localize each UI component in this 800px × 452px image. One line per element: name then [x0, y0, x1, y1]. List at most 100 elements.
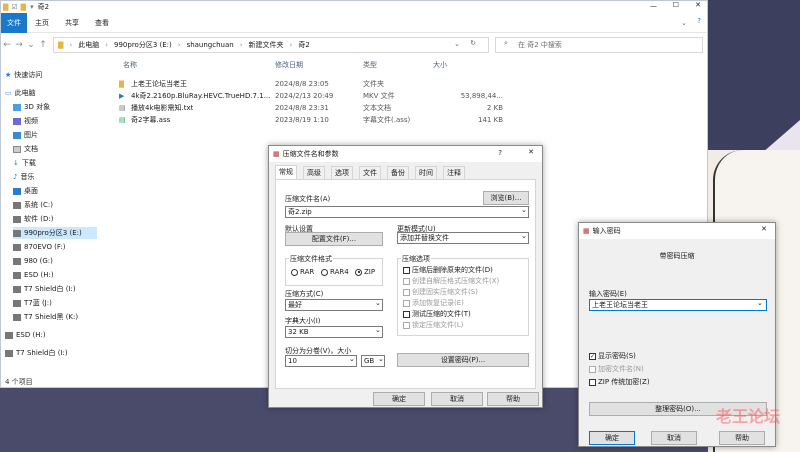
chevron-down-icon[interactable]: ⌄ — [521, 206, 527, 214]
lock-checkbox[interactable]: 锁定压缩文件(L) — [403, 320, 463, 330]
breadcrumb-item[interactable]: 990pro分区3 (E:) — [114, 40, 172, 50]
minimize-icon[interactable]: — — [650, 2, 657, 10]
chevron-down-icon[interactable]: ⌄ — [378, 355, 384, 363]
file-row[interactable]: ▇ 上老王论坛当老王 2024/8/8 23:05 文件夹 — [113, 78, 703, 90]
back-arrow-icon[interactable]: ← — [1, 40, 13, 50]
sidebar-item-music[interactable]: ♪ 音乐 — [13, 171, 34, 183]
update-mode-select[interactable]: 添加并替换文件 — [397, 232, 529, 244]
close-icon[interactable]: ✕ — [695, 1, 701, 9]
sidebar-item-desktop[interactable]: 桌面 — [13, 185, 38, 197]
ok-button[interactable]: 确定 — [589, 431, 635, 445]
sidebar-item-drive-e[interactable]: 990pro分区3 (E:) — [13, 227, 97, 239]
file-date: 2023/8/19 1:10 — [275, 116, 329, 124]
sidebar-item-label: 870EVO (F:) — [24, 243, 66, 251]
sidebar-item-esd[interactable]: ESD (H:) — [5, 329, 46, 341]
ribbon-tab-file[interactable]: 文件 — [1, 12, 27, 33]
chevron-down-icon[interactable]: ⌄ — [375, 299, 381, 307]
profile-button[interactable]: 配置文件(F)... — [285, 232, 383, 246]
chevron-down-icon[interactable]: ⌄ — [349, 355, 355, 363]
column-type[interactable]: 类型 — [363, 60, 377, 70]
format-rar4-radio[interactable]: RAR4 — [321, 268, 349, 276]
ok-button[interactable]: 确定 — [373, 392, 425, 406]
ribbon-tab-view[interactable]: 查看 — [87, 13, 117, 33]
sidebar-item-videos[interactable]: 视频 — [13, 115, 38, 127]
sidebar-item-drive-j[interactable]: T7蓝 (J:) — [13, 297, 52, 309]
browse-button[interactable]: 浏览(B)... — [483, 191, 529, 205]
breadcrumb-item[interactable]: 此电脑 — [78, 40, 99, 50]
archive-name-input[interactable]: 奇2.zip — [285, 206, 529, 218]
column-name[interactable]: 名称 — [123, 60, 137, 70]
up-arrow-icon[interactable]: ↑ — [37, 40, 49, 50]
sidebar-item-quick-access[interactable]: ★ 快速访问 — [5, 69, 42, 81]
sidebar-item-3d[interactable]: 3D 对象 — [13, 101, 50, 113]
sidebar-item-pictures[interactable]: 图片 — [13, 129, 38, 141]
set-password-button[interactable]: 设置密码(P)... — [397, 353, 529, 367]
sidebar-item-drive-g[interactable]: 980 (G:) — [13, 255, 53, 267]
tab-backup[interactable]: 备份 — [387, 166, 409, 179]
sidebar-item-drive-d[interactable]: 软件 (D:) — [13, 213, 53, 225]
help-icon[interactable]: ? — [697, 17, 701, 25]
breadcrumb-item[interactable]: 新建文件夹 — [249, 40, 284, 50]
tab-options[interactable]: 选项 — [331, 166, 353, 179]
breadcrumb[interactable]: ▇ › 此电脑 › 990pro分区3 (E:) › shaungchuan ›… — [53, 37, 489, 53]
test-checkbox[interactable]: 测试压缩的文件(T) — [403, 309, 471, 319]
chevron-down-icon[interactable]: ⌄ — [454, 40, 460, 48]
sidebar-item-this-pc[interactable]: ▭ 此电脑 — [5, 87, 36, 99]
delete-after-checkbox[interactable]: 压缩后删除原来的文件(D) — [403, 265, 493, 275]
chevron-down-icon[interactable]: ⌄ — [757, 299, 763, 307]
search-input[interactable]: 在 奇2 中搜索 — [495, 37, 703, 53]
column-size[interactable]: 大小 — [433, 60, 447, 70]
dictionary-select[interactable]: 32 KB — [285, 326, 383, 338]
chevron-down-icon[interactable]: ⌄ — [681, 19, 687, 27]
recovery-checkbox[interactable]: 添加恢复记录(E) — [403, 298, 464, 308]
tab-advanced[interactable]: 高级 — [303, 166, 325, 179]
forward-arrow-icon[interactable]: → — [13, 40, 25, 50]
sidebar-item-drive-f[interactable]: 870EVO (F:) — [13, 241, 66, 253]
sidebar-item-label: ESD (H:) — [16, 331, 46, 339]
sidebar-item-drive-i[interactable]: T7 Shield白 (I:) — [13, 283, 76, 295]
solid-checkbox[interactable]: 创建固实压缩文件(S) — [403, 287, 478, 297]
show-password-checkbox[interactable]: ✓ 显示密码(S) — [589, 351, 636, 361]
sidebar-item-t7-shield[interactable]: T7 Shield白 (I:) — [5, 347, 68, 359]
sidebar-item-drive-h[interactable]: ESD (H:) — [13, 269, 54, 281]
new-folder-icon[interactable]: ▇ — [21, 3, 26, 11]
cancel-button[interactable]: 取消 — [431, 392, 483, 406]
sidebar-item-documents[interactable]: 文档 — [13, 143, 38, 155]
help-button[interactable]: 帮助 — [487, 392, 539, 406]
format-zip-radio[interactable]: ZIP — [355, 268, 375, 276]
method-select[interactable]: 最好 — [285, 299, 383, 311]
file-row[interactable]: ▶ 4k奇2.2160p.BluRay.HEVC.TrueHD.7.1... 2… — [113, 90, 703, 102]
cancel-button[interactable]: 取消 — [651, 431, 697, 445]
ribbon-tab-home[interactable]: 主页 — [27, 13, 57, 33]
sidebar-item-drive-c[interactable]: 系统 (C:) — [13, 199, 53, 211]
format-rar-radio[interactable]: RAR — [291, 268, 314, 276]
split-size-input[interactable]: 10 — [285, 355, 357, 367]
refresh-icon[interactable]: ↻ — [470, 39, 476, 47]
close-icon[interactable]: ✕ — [761, 225, 767, 233]
checkbox-icon[interactable]: ☑ — [11, 3, 17, 11]
tab-general[interactable]: 常规 — [275, 165, 297, 179]
close-icon[interactable]: ✕ — [528, 148, 534, 156]
chevron-down-icon[interactable]: ▾ — [30, 3, 34, 11]
tab-files[interactable]: 文件 — [359, 166, 381, 179]
ribbon-tab-share[interactable]: 共享 — [57, 13, 87, 33]
chevron-down-icon[interactable]: ⌄ — [521, 232, 527, 240]
encrypt-names-checkbox[interactable]: 加密文件名(N) — [589, 364, 644, 374]
file-row[interactable]: ▤ 奇2字幕.ass 2023/8/19 1:10 字幕文件(.ass) 141… — [113, 114, 703, 126]
chevron-down-icon[interactable]: ⌄ — [375, 326, 381, 334]
password-input[interactable]: 上老王论坛当老王 — [589, 299, 767, 311]
help-icon[interactable]: ? — [498, 149, 502, 157]
tab-time[interactable]: 时间 — [415, 166, 437, 179]
file-row[interactable]: ▤ 播放4k电影需知.txt 2024/8/8 23:31 文本文档 2 KB — [113, 102, 703, 114]
maximize-icon[interactable]: ☐ — [673, 1, 679, 9]
column-date[interactable]: 修改日期 — [275, 60, 303, 70]
help-button[interactable]: 帮助 — [719, 431, 765, 445]
tab-comment[interactable]: 注释 — [443, 166, 465, 179]
breadcrumb-item[interactable]: shaungchuan — [187, 41, 234, 49]
recent-chevron-icon[interactable]: ⌄ — [25, 40, 37, 50]
sidebar-item-downloads[interactable]: ↓ 下载 — [13, 157, 36, 169]
zip-legacy-checkbox[interactable]: ZIP 传统加密(Z) — [589, 377, 650, 387]
breadcrumb-item[interactable]: 奇2 — [298, 40, 309, 50]
sidebar-item-drive-k[interactable]: T7 Shield黑 (K:) — [13, 311, 78, 323]
sfx-checkbox[interactable]: 创建自解压格式压缩文件(X) — [403, 276, 499, 286]
